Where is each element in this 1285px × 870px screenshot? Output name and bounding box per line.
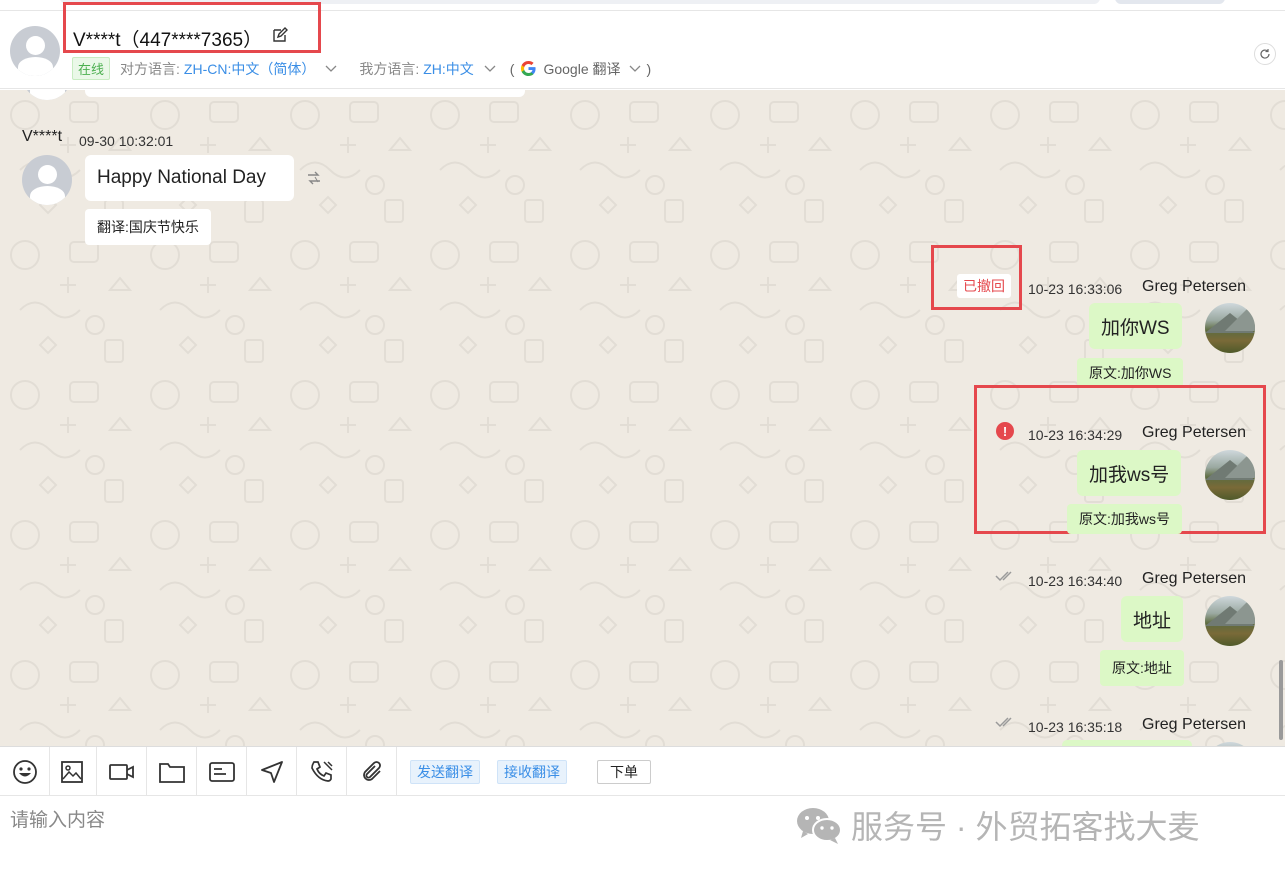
incoming-avatar[interactable] [22, 155, 72, 205]
outgoing-time: 10-23 16:34:40 [1028, 573, 1123, 589]
message-input[interactable] [10, 808, 770, 834]
google-icon [521, 60, 537, 77]
call-button[interactable] [297, 747, 347, 796]
place-order-button[interactable]: 下单 [597, 760, 651, 784]
my-language-select[interactable]: ZH:中文 [423, 59, 474, 79]
watermark-text: 服务号 · 外贸拓客找大麦 [851, 809, 1200, 845]
outgoing-message-bubble[interactable]: 加你WS [1089, 303, 1182, 349]
chat-header: V****t（447****7365） 在线 对方语言: ZH-CN:中文（简体… [0, 2, 1285, 89]
recalled-badge: 已撤回 [957, 274, 1011, 298]
image-icon [60, 760, 83, 783]
translate-icon[interactable] [304, 168, 324, 188]
their-language-label: 对方语言: [120, 60, 180, 77]
attachment-button[interactable] [347, 747, 397, 796]
translator-paren-open: ( [509, 60, 515, 77]
send-translate-toggle[interactable]: 发送翻译 [410, 760, 480, 784]
translator-paren-close: ) [646, 60, 652, 77]
wechat-icon [797, 808, 842, 844]
location-button[interactable] [247, 747, 297, 796]
location-icon [260, 760, 283, 783]
language-row: 在线 对方语言: ZH-CN:中文（简体） 我方语言: ZH:中文 ( Goog… [72, 57, 651, 80]
emoji-icon [12, 759, 37, 784]
file-button[interactable] [147, 747, 197, 796]
contact-card-button[interactable] [197, 747, 247, 796]
double-check-icon [995, 571, 1012, 582]
outgoing-original: 原文:加我ws号 [1067, 504, 1182, 534]
compose-area: 服务号 · 外贸拓客找大麦 [0, 796, 1285, 870]
outgoing-sender: Greg Petersen [1142, 278, 1247, 295]
outgoing-avatar[interactable] [1205, 450, 1255, 500]
outgoing-message-bubble[interactable]: 地址 [1121, 596, 1184, 642]
outgoing-original: 原文:加你WS [1077, 358, 1184, 388]
chevron-down-icon[interactable] [325, 65, 337, 73]
folder-icon [158, 762, 185, 783]
watermark: 服务号 · 外贸拓客找大麦 [795, 802, 1199, 848]
outgoing-sender: Greg Petersen [1142, 424, 1247, 441]
outgoing-avatar[interactable] [1205, 596, 1255, 646]
outgoing-sender: Greg Petersen [1142, 716, 1247, 733]
highlight-box-contact [63, 2, 321, 53]
attachment-icon [362, 760, 381, 781]
outgoing-avatar[interactable] [1205, 303, 1255, 353]
incoming-message-bubble[interactable]: Happy National Day [85, 155, 294, 201]
image-button[interactable] [47, 747, 97, 796]
outgoing-message-bubble[interactable]: 加我ws号 [1077, 450, 1182, 496]
video-icon [108, 763, 134, 780]
incoming-time: 09-30 10:32:01 [79, 133, 174, 149]
incoming-sender: V****t [22, 128, 63, 145]
chat-scrollbar[interactable] [1279, 660, 1283, 740]
chevron-down-icon[interactable] [629, 65, 641, 73]
call-icon [310, 760, 333, 782]
card-icon [208, 761, 235, 782]
outgoing-sender: Greg Petersen [1142, 570, 1247, 587]
previous-bubble [85, 90, 525, 97]
incoming-translation: 翻译:国庆节快乐 [85, 209, 211, 245]
emoji-button[interactable] [0, 747, 50, 796]
double-check-icon [995, 717, 1012, 728]
translator-select[interactable]: Google 翻译 [543, 59, 620, 79]
video-button[interactable] [97, 747, 147, 796]
outgoing-original: 原文:地址 [1100, 650, 1184, 686]
top-action-button[interactable] [1115, 0, 1225, 4]
compose-toolbar: 发送翻译 接收翻译 下单 [0, 746, 1285, 796]
outgoing-time: 10-23 16:33:06 [1028, 281, 1123, 297]
status-badge: 在线 [72, 57, 111, 80]
refresh-button[interactable] [1254, 43, 1276, 65]
contact-avatar[interactable] [10, 26, 60, 76]
chat-messages[interactable]: V****t 09-30 10:32:01 Happy National Day… [0, 90, 1285, 746]
error-icon[interactable]: ! [996, 422, 1014, 440]
outgoing-time: 10-23 16:35:18 [1028, 719, 1123, 735]
receive-translate-toggle[interactable]: 接收翻译 [497, 760, 567, 784]
refresh-icon [1260, 49, 1270, 59]
outgoing-time: 10-23 16:34:29 [1028, 427, 1123, 443]
their-language-select[interactable]: ZH-CN:中文（简体） [184, 59, 315, 79]
my-language-label: 我方语言: [359, 60, 420, 77]
chevron-down-icon[interactable] [484, 65, 496, 73]
